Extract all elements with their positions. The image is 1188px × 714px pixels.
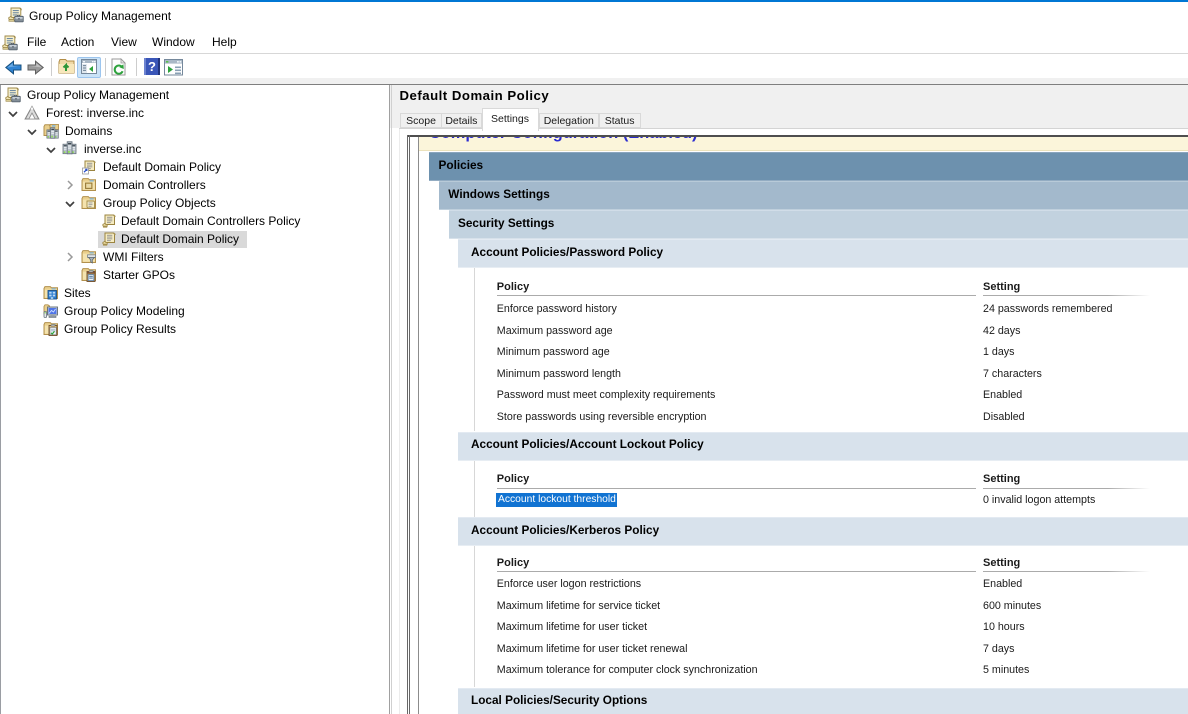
svg-text:?: ? xyxy=(148,59,156,74)
